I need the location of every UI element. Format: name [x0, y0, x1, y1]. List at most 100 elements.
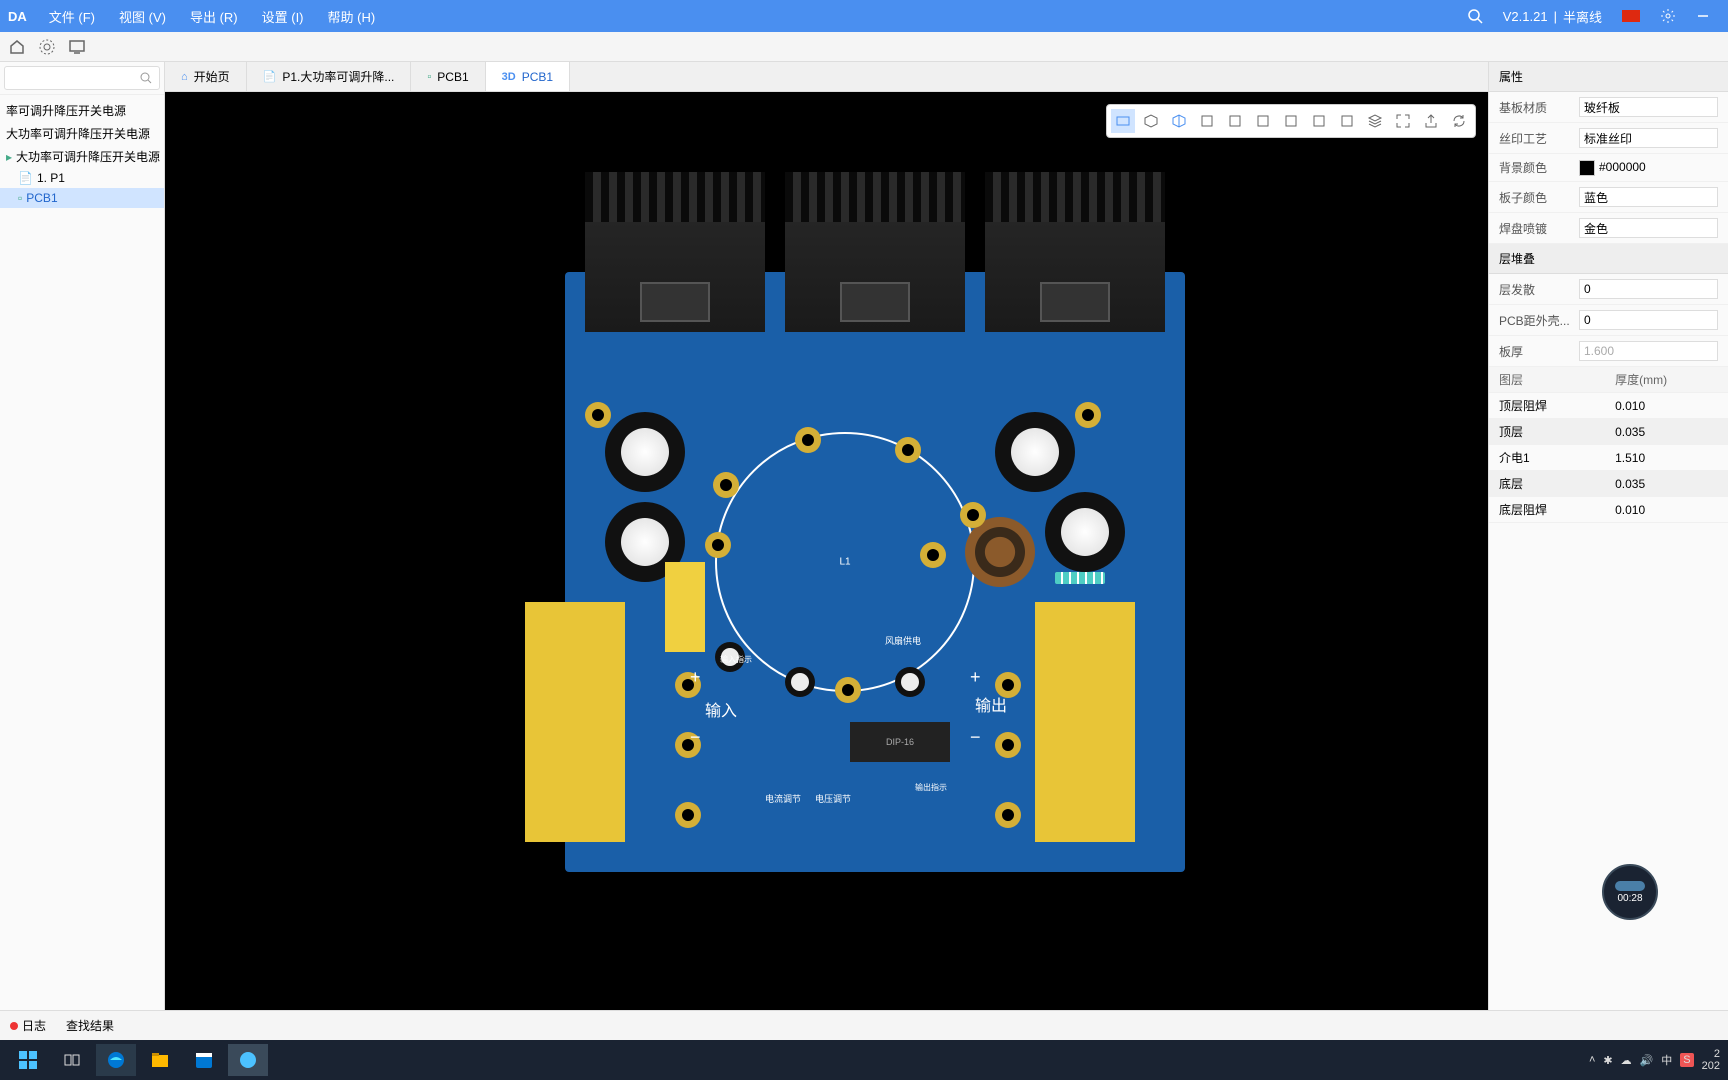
table-row[interactable]: 介电11.510 — [1489, 445, 1728, 471]
view-iso1-icon[interactable] — [1139, 109, 1163, 133]
clock[interactable]: 2202 — [1702, 1048, 1720, 1072]
view-top-icon[interactable] — [1111, 109, 1135, 133]
menu-file[interactable]: 文件 (F) — [37, 7, 107, 26]
prop-padplating-input[interactable] — [1579, 218, 1718, 238]
terminal-hole — [995, 732, 1021, 758]
tree-item[interactable]: 📄 1. P1 — [0, 168, 164, 188]
prop-boardcolor-input[interactable] — [1579, 187, 1718, 207]
edge-icon[interactable] — [96, 1044, 136, 1076]
layers-icon[interactable] — [1363, 109, 1387, 133]
pad-hole — [835, 677, 861, 703]
canvas-3d-viewport[interactable]: DIP-16 输入 输出 + − + − 风扇供电 输入指示 输出指示 电流调节… — [165, 92, 1488, 1010]
table-row[interactable]: 顶层阻焊0.010 — [1489, 393, 1728, 419]
silkscreen-current: 电流调节 — [765, 792, 801, 805]
tree-item[interactable]: ▸ 大功率可调升降压开关电源 — [0, 145, 164, 168]
app-icon[interactable] — [228, 1044, 268, 1076]
prop-silkscreen-input[interactable] — [1579, 128, 1718, 148]
relay — [1035, 602, 1135, 842]
tray-icon[interactable]: ✱ — [1603, 1054, 1612, 1067]
project-sidebar: 率可调升降压开关电源 大功率可调升降压开关电源 ▸ 大功率可调升降压开关电源 📄… — [0, 62, 165, 1010]
explorer-icon[interactable] — [140, 1044, 180, 1076]
pad-hole — [895, 437, 921, 463]
view-bottom-icon[interactable] — [1307, 109, 1331, 133]
home-icon: ⌂ — [181, 71, 188, 83]
start-button[interactable] — [8, 1044, 48, 1076]
tab-pcb[interactable]: ▫PCB1 — [411, 62, 485, 91]
view-left-icon[interactable] — [1251, 109, 1275, 133]
menu-help[interactable]: 帮助 (H) — [316, 7, 388, 26]
connector — [665, 562, 705, 652]
fullscreen-icon[interactable] — [1391, 109, 1415, 133]
silkscreen-plus: + — [690, 667, 701, 688]
minimize-icon[interactable] — [1686, 9, 1720, 23]
pcb-icon: ▫ — [427, 71, 431, 83]
view-back-icon[interactable] — [1223, 109, 1247, 133]
monitor-tool-icon[interactable] — [68, 38, 86, 56]
gear-tool-icon[interactable] — [38, 38, 56, 56]
silkscreen-minus: − — [690, 727, 701, 748]
log-tab[interactable]: 日志 — [10, 1017, 46, 1034]
color-swatch[interactable] — [1579, 160, 1595, 176]
document-tabs: ⌂开始页 📄P1.大功率可调升降... ▫PCB1 3DPCB1 — [165, 62, 1488, 92]
silkscreen-input-ind: 输入指示 — [720, 654, 752, 665]
cloud-icon[interactable]: ☁ — [1621, 1054, 1632, 1067]
pad-hole — [705, 532, 731, 558]
search-icon[interactable] — [1457, 8, 1493, 24]
tree-item-selected[interactable]: ▫ PCB1 — [0, 188, 164, 208]
export-icon[interactable] — [1419, 109, 1443, 133]
view-cube-icon[interactable] — [1335, 109, 1359, 133]
version-label: V2.1.21 | 半离线 — [1493, 7, 1612, 26]
chevron-up-icon[interactable]: ˄ — [1589, 1054, 1595, 1066]
system-tray[interactable]: ˄ ✱ ☁ 🔊 中 S 2202 — [1589, 1048, 1720, 1072]
pad-hole — [713, 472, 739, 498]
taskview-icon[interactable] — [52, 1044, 92, 1076]
tree-item[interactable]: 率可调升降压开关电源 — [0, 99, 164, 122]
volume-icon[interactable]: 🔊 — [1640, 1054, 1654, 1067]
prop-substrate-input[interactable] — [1579, 97, 1718, 117]
tab-home[interactable]: ⌂开始页 — [165, 62, 247, 91]
layers-header: 层堆叠 — [1489, 244, 1728, 274]
view-iso2-icon[interactable] — [1167, 109, 1191, 133]
silkscreen-plus: + — [970, 667, 981, 688]
prop-row: 基板材质 — [1489, 92, 1728, 123]
table-row[interactable]: 顶层0.035 — [1489, 419, 1728, 445]
gear-icon[interactable] — [1650, 8, 1686, 24]
menu-settings[interactable]: 设置 (I) — [250, 7, 316, 26]
prop-layerspread-input[interactable] — [1579, 279, 1718, 299]
status-bar: 日志 查找结果 — [0, 1010, 1728, 1040]
refresh-icon[interactable] — [1447, 109, 1471, 133]
menu-view[interactable]: 视图 (V) — [107, 7, 178, 26]
results-tab[interactable]: 查找结果 — [66, 1017, 114, 1034]
sogou-icon[interactable]: S — [1680, 1053, 1693, 1067]
view-front-icon[interactable] — [1195, 109, 1219, 133]
table-row[interactable]: 底层阻焊0.010 — [1489, 497, 1728, 523]
silkscreen-minus: − — [970, 727, 981, 748]
timer-badge[interactable]: 00:28 — [1602, 864, 1658, 920]
prop-row: PCB距外壳... — [1489, 305, 1728, 336]
small-cap — [895, 667, 925, 697]
tree-item[interactable]: 大功率可调升降压开关电源 — [0, 122, 164, 145]
prop-row: 焊盘喷镀 — [1489, 213, 1728, 244]
search-input[interactable] — [4, 66, 160, 90]
view-right-icon[interactable] — [1279, 109, 1303, 133]
tab-schematic[interactable]: 📄P1.大功率可调升降... — [247, 62, 412, 91]
silkscreen-input: 输入 — [705, 697, 737, 721]
windows-taskbar: ˄ ✱ ☁ 🔊 中 S 2202 — [0, 1040, 1728, 1080]
prop-row: 背景颜色 #000000 — [1489, 154, 1728, 182]
toolbar — [0, 32, 1728, 62]
relay — [525, 602, 625, 842]
pcb-3d-model: DIP-16 输入 输出 + − + − 风扇供电 输入指示 输出指示 电流调节… — [525, 172, 1205, 912]
ime-indicator[interactable]: 中 — [1661, 1052, 1672, 1068]
tab-3d[interactable]: 3DPCB1 — [486, 62, 570, 91]
prop-row: 层发散 — [1489, 274, 1728, 305]
prop-pcbdist-input[interactable] — [1579, 310, 1718, 330]
flag-icon[interactable] — [1612, 10, 1650, 22]
mounting-hole — [1075, 402, 1101, 428]
home-tool-icon[interactable] — [8, 38, 26, 56]
ic-chip: DIP-16 — [850, 722, 950, 762]
heatsink — [785, 172, 965, 332]
table-row[interactable]: 底层0.035 — [1489, 471, 1728, 497]
menu-export[interactable]: 导出 (R) — [178, 7, 250, 26]
calendar-icon[interactable] — [184, 1044, 224, 1076]
log-indicator-icon — [10, 1022, 18, 1030]
